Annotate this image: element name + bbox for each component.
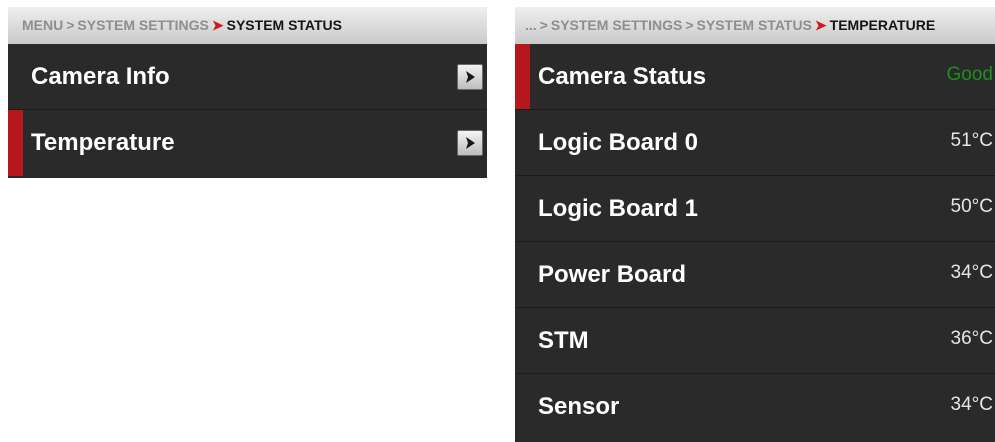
menu-item-label: Camera Info: [31, 63, 170, 90]
breadcrumb-system-status[interactable]: SYSTEM STATUS: [697, 17, 812, 33]
breadcrumb-separator: >: [66, 17, 75, 33]
status-row-logic-board-0[interactable]: Logic Board 0 51°C: [515, 110, 995, 176]
menu-item-temperature[interactable]: Temperature: [8, 110, 487, 176]
chevron-right-icon: [466, 71, 475, 83]
temperature-value: 36°C: [950, 328, 993, 349]
breadcrumb-menu[interactable]: MENU: [22, 17, 63, 33]
status-row-label: Logic Board 0: [538, 129, 699, 156]
breadcrumb-separator: >: [685, 17, 694, 33]
status-row-stm[interactable]: STM 36°C: [515, 308, 995, 374]
selection-indicator: [515, 44, 530, 109]
breadcrumb-separator: >: [539, 17, 548, 33]
status-row-camera-status[interactable]: Camera Status Good: [515, 44, 995, 110]
status-row-label: Logic Board 1: [538, 195, 699, 222]
breadcrumb-current: SYSTEM STATUS: [226, 17, 343, 33]
temperature-value: 51°C: [950, 130, 993, 151]
breadcrumb-system-settings[interactable]: SYSTEM SETTINGS: [77, 17, 208, 33]
breadcrumb-separator-active: ➤: [211, 17, 224, 33]
temperature-value: 50°C: [950, 196, 993, 217]
breadcrumb: ... > SYSTEM SETTINGS > SYSTEM STATUS ➤ TEMPER…: [515, 7, 995, 44]
chevron-right-icon: [466, 137, 475, 149]
status-value: Good: [946, 64, 993, 85]
breadcrumb-separator-active: ➤: [814, 17, 827, 33]
breadcrumb-ellipsis[interactable]: ...: [525, 17, 537, 33]
breadcrumb-current: TEMPERATURE: [829, 17, 936, 33]
temperature-value: 34°C: [950, 262, 993, 283]
open-temperature-button[interactable]: [457, 130, 483, 156]
open-camera-info-button[interactable]: [457, 64, 483, 90]
status-row-label: Sensor: [538, 393, 620, 420]
menu-item-label: Temperature: [31, 129, 175, 156]
temperature-value: 34°C: [950, 394, 993, 415]
breadcrumb: MENU > SYSTEM SETTINGS ➤ SYSTEM STATUS: [8, 7, 487, 44]
selection-indicator: [8, 110, 23, 176]
status-row-label: Power Board: [538, 261, 687, 288]
temperature-panel: ... > SYSTEM SETTINGS > SYSTEM STATUS ➤ TEMPER…: [515, 7, 995, 442]
status-row-sensor[interactable]: Sensor 34°C: [515, 374, 995, 440]
status-row-label: Camera Status: [538, 63, 707, 90]
menu-item-camera-info[interactable]: Camera Info: [8, 44, 487, 110]
status-row-power-board[interactable]: Power Board 34°C: [515, 242, 995, 308]
system-status-panel: MENU > SYSTEM SETTINGS ➤ SYSTEM STATUS Camer…: [8, 7, 487, 178]
breadcrumb-system-settings[interactable]: SYSTEM SETTINGS: [551, 17, 682, 33]
status-row-label: STM: [538, 327, 589, 354]
status-row-logic-board-1[interactable]: Logic Board 1 50°C: [515, 176, 995, 242]
